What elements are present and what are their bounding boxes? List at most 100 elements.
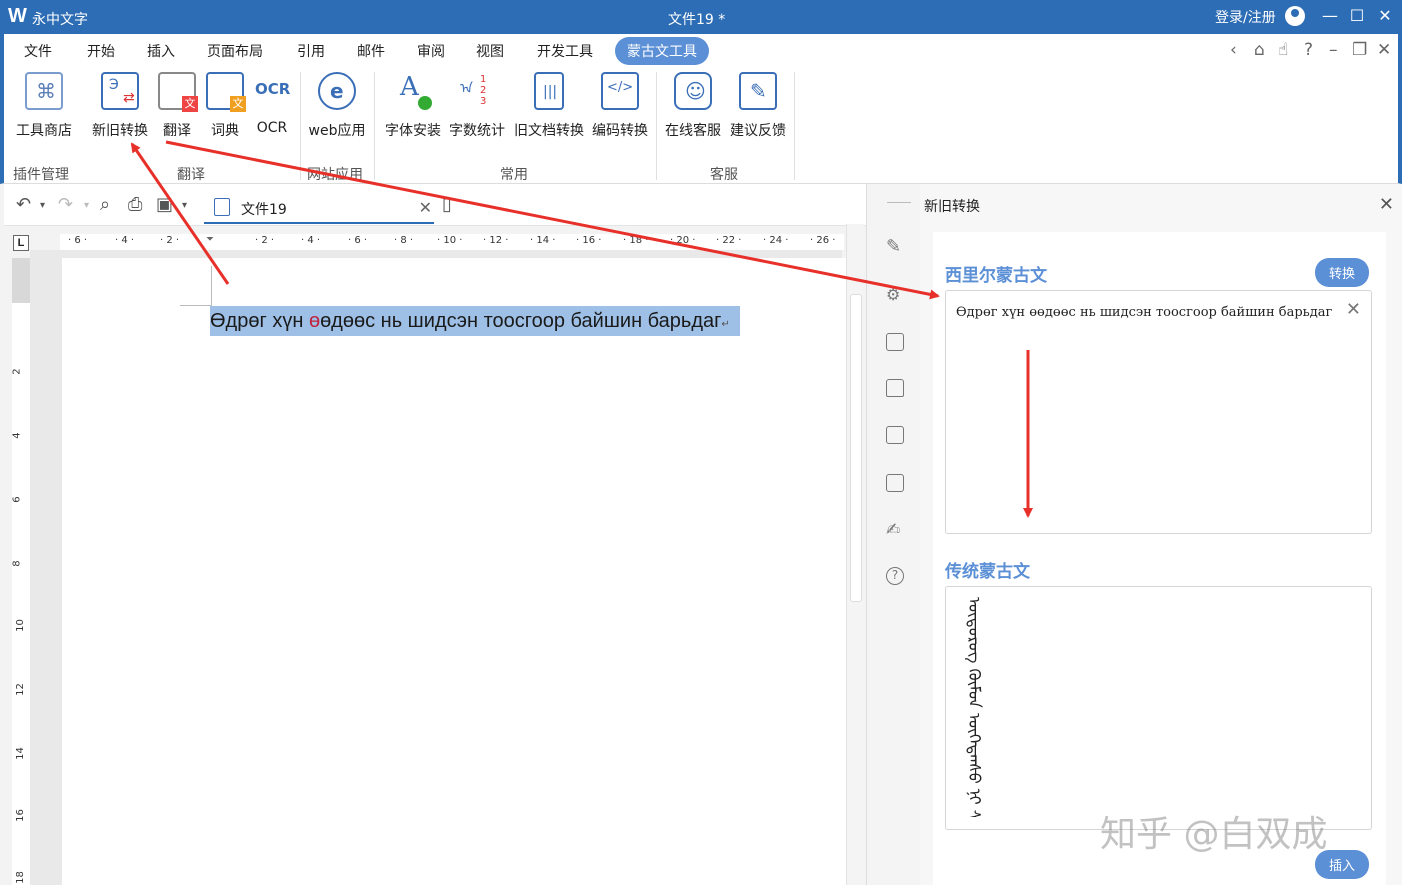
convert-icon: Э ⇄ bbox=[101, 72, 139, 110]
ruler-tick: · 26 · bbox=[810, 235, 836, 246]
tool-store-button[interactable]: ⌘ 工具商店 bbox=[12, 72, 76, 140]
group-separator bbox=[794, 72, 795, 180]
tab-references[interactable]: 引用 bbox=[297, 41, 325, 61]
tab-view[interactable]: 视图 bbox=[476, 41, 504, 61]
new-old-convert-button[interactable]: Э ⇄ 新旧转换 bbox=[86, 72, 154, 140]
user-avatar-icon[interactable] bbox=[1285, 6, 1305, 26]
target-section-title: 传统蒙古文 bbox=[945, 562, 1030, 582]
structure-icon[interactable] bbox=[886, 333, 904, 351]
clear-input-icon[interactable]: ✕ bbox=[1346, 299, 1361, 320]
web-app-button[interactable]: e web应用 bbox=[304, 72, 370, 140]
convert-button[interactable]: 转换 bbox=[1315, 258, 1370, 287]
group-separator bbox=[300, 72, 301, 180]
login-link[interactable]: 登录/注册 bbox=[1215, 7, 1276, 27]
panel-title: 新旧转换 bbox=[924, 199, 980, 215]
undo-icon[interactable]: ↶ bbox=[16, 194, 31, 215]
doc-close-icon[interactable]: ✕ bbox=[1377, 40, 1391, 60]
dictionary-icon: 文 bbox=[206, 72, 246, 112]
convert-panel: 新旧转换 ✕ 西里尔蒙古文 转换 Өдрөг хүн өөдөөс нь шид… bbox=[920, 184, 1402, 885]
edit-icon[interactable]: ✍ bbox=[886, 521, 904, 539]
redo-icon[interactable]: ↷ bbox=[58, 194, 73, 215]
indent-marker-icon[interactable]: ⏷ bbox=[206, 234, 214, 245]
tab-stop-selector[interactable]: L bbox=[13, 235, 29, 251]
print-icon[interactable]: ⎙ bbox=[128, 194, 142, 215]
ocr-button[interactable]: OCR OCR bbox=[250, 72, 294, 136]
tab-mongolian-tools[interactable]: 蒙古文工具 bbox=[615, 37, 709, 65]
tab-mail[interactable]: 邮件 bbox=[357, 41, 385, 61]
minimize-icon[interactable]: — bbox=[1318, 4, 1342, 28]
ruler-tick: 8 bbox=[11, 560, 23, 567]
back-icon[interactable]: ‹ bbox=[1230, 40, 1237, 60]
vertical-ruler: 2 4 6 8 10 12 14 16 18 bbox=[12, 258, 30, 885]
help-circle-icon[interactable]: ? bbox=[886, 567, 904, 585]
group-label-service: 客服 bbox=[710, 167, 738, 183]
tab-file[interactable]: 文件 bbox=[24, 41, 52, 61]
ruler-tick: · 14 · bbox=[530, 235, 556, 246]
group-separator bbox=[656, 72, 657, 180]
ruler-tick: 16 bbox=[14, 809, 26, 822]
strip-handle bbox=[887, 202, 911, 203]
close-tab-icon[interactable]: ✕ bbox=[419, 198, 432, 217]
touch-mode-icon[interactable]: ☝ bbox=[1278, 40, 1288, 60]
help-icon[interactable]: ? bbox=[1304, 40, 1313, 60]
doc-restore-icon[interactable]: ❐ bbox=[1352, 40, 1367, 60]
save-icon[interactable]: ▣ bbox=[156, 194, 173, 215]
group-label-translate: 翻译 bbox=[177, 167, 205, 183]
ruler-tick: · 4 · bbox=[301, 235, 321, 246]
menu-bar: 文件 开始 插入 页面布局 引用 邮件 审阅 视图 开发工具 蒙古文工具 ‹ ⌂… bbox=[0, 34, 1402, 66]
adjust-icon[interactable]: ⚙ bbox=[886, 286, 904, 304]
save-dropdown-icon[interactable]: ▾ bbox=[182, 200, 187, 211]
collapse-ribbon-icon[interactable]: ⌂ bbox=[1254, 40, 1265, 60]
vertical-scrollbar[interactable] bbox=[846, 224, 864, 885]
title-bar: W 永中文字 文件19 * 登录/注册 — ☐ ✕ bbox=[0, 0, 1402, 34]
feedback-button[interactable]: ✎ 建议反馈 bbox=[726, 72, 790, 140]
word-count-button[interactable]: ᠠ123 字数统计 bbox=[446, 72, 508, 140]
clipboard-icon[interactable] bbox=[886, 426, 904, 444]
panel-close-icon[interactable]: ✕ bbox=[1379, 194, 1394, 215]
translate-button[interactable]: 文 翻译 bbox=[156, 72, 198, 140]
close-window-icon[interactable]: ✕ bbox=[1373, 4, 1397, 28]
doc-minimize-icon[interactable]: – bbox=[1329, 40, 1338, 60]
tab-home[interactable]: 开始 bbox=[87, 41, 115, 61]
ruler-tick: 18 bbox=[14, 871, 26, 884]
new-tab-icon[interactable]: ▯ bbox=[442, 194, 452, 215]
feedback-icon: ✎ bbox=[739, 72, 777, 110]
watermark: 知乎 @白双成 bbox=[1100, 814, 1328, 855]
translate-icon: 文 bbox=[158, 72, 198, 112]
ruler-tick: 14 bbox=[14, 747, 26, 760]
scrollbar-thumb[interactable] bbox=[850, 294, 862, 602]
pen-icon[interactable]: ✎ bbox=[886, 238, 904, 256]
ruler-tick: · 2 · bbox=[160, 235, 180, 246]
ribbon: ⌘ 工具商店 Э ⇄ 新旧转换 文 翻译 文 词典 OCR OCR e web应用… bbox=[0, 66, 1402, 184]
ruler-tick: 12 bbox=[14, 683, 26, 696]
encoding-convert-button[interactable]: </> 编码转换 bbox=[588, 72, 652, 140]
font-install-button[interactable]: A 字体安装 bbox=[380, 72, 446, 140]
source-text-input[interactable]: Өдрөг хүн өөдөөс нь шидсэн тоосгоор байш… bbox=[945, 290, 1372, 534]
online-service-button[interactable]: ☺ 在线客服 bbox=[660, 72, 726, 140]
ocr-icon: OCR bbox=[253, 72, 291, 110]
tab-insert[interactable]: 插入 bbox=[147, 41, 175, 61]
target-text-output[interactable]: ᠦᠳᠦᠷᠦᠭ ᠬᠦᠮᠦᠨ ᠥᠭᠡᠳᠡᠡᠰᠦ ᠨᠢ ᠰᠢᠳᠬᠡᠭᠰᠡᠨ ᠲᠣᠭᠤᠰ… bbox=[945, 586, 1372, 830]
old-doc-convert-icon: ||| bbox=[534, 72, 564, 110]
document-page[interactable] bbox=[62, 258, 846, 885]
copy-icon[interactable] bbox=[886, 474, 904, 492]
redo-dropdown-icon[interactable]: ▾ bbox=[84, 200, 89, 211]
store-icon: ⌘ bbox=[25, 72, 63, 110]
undo-dropdown-icon[interactable]: ▾ bbox=[40, 200, 45, 211]
print-preview-icon[interactable]: ⌕ bbox=[100, 194, 110, 215]
margin-mark bbox=[211, 266, 212, 306]
old-doc-convert-button[interactable]: ||| 旧文档转换 bbox=[510, 72, 588, 140]
document-tab-name: 文件19 bbox=[241, 202, 287, 218]
font-install-icon: A bbox=[394, 72, 432, 110]
lock-icon[interactable] bbox=[886, 379, 904, 397]
document-tab[interactable]: 文件19 ✕ bbox=[204, 188, 434, 224]
word-count-icon: ᠠ123 bbox=[458, 72, 496, 110]
tab-page-layout[interactable]: 页面布局 bbox=[207, 41, 263, 61]
dictionary-button[interactable]: 文 词典 bbox=[204, 72, 246, 140]
group-label-web: 网站应用 bbox=[307, 167, 363, 183]
selected-text[interactable]: Өдрөг хүн өөдөөс нь шидсэн тоосгоор байш… bbox=[210, 306, 740, 336]
group-label-plugins: 插件管理 bbox=[13, 167, 69, 183]
maximize-icon[interactable]: ☐ bbox=[1345, 4, 1369, 28]
tab-review[interactable]: 审阅 bbox=[417, 41, 445, 61]
tab-developer[interactable]: 开发工具 bbox=[537, 41, 593, 61]
